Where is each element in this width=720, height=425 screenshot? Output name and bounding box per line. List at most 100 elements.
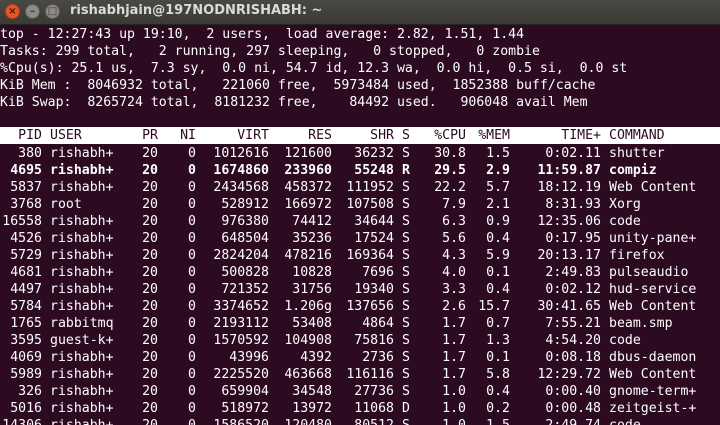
process-ni: 0 (188, 401, 196, 416)
process-ni: 0 (188, 316, 196, 331)
process-pr: 20 (142, 248, 158, 263)
process-row: 5729 rishabh+ 20 0 2824204 478216 169364 S 4.3 5.… (0, 247, 720, 264)
process-row: 5016 rishabh+ 20 0 518972 13972 11068 D 1.0 0.2 0:… (0, 400, 720, 417)
summary-swap-line: KiB Swap: 8265724 total, 8181232 free, 8… (0, 95, 588, 110)
process-res: 74412 (292, 214, 332, 229)
process-state: S (402, 350, 410, 365)
process-state: S (402, 417, 414, 425)
process-time: 7:55.21 (545, 316, 601, 331)
process-time: 20:13.17 (537, 248, 601, 263)
process-user: rishabh+ (50, 231, 114, 246)
process-time: 0:02.12 (545, 282, 601, 297)
process-pr: 20 (142, 163, 158, 178)
process-shr: 19340 (354, 282, 394, 297)
process-time: 12:29.72 (537, 367, 601, 382)
process-row: 14306 rishabh+20 0 1586520 120480 80512 S 1.0 1.… (0, 417, 720, 425)
process-pid: 14306 (0, 417, 42, 425)
process-ni: 0 (188, 384, 196, 399)
process-cpu: 2.6 (442, 299, 466, 314)
process-row: 5837 rishabh+ 20 0 2434568 458372 111952 S 22.2 5… (0, 179, 720, 196)
process-mem: 2.9 (486, 163, 510, 178)
process-time: 0:02.11 (545, 146, 601, 161)
process-row: 326 rishabh+ 20 0 659904 34548 27736 S 1.0 0.4 0:0… (0, 383, 720, 400)
process-res: 104908 (284, 333, 332, 348)
process-user: rishabh+ (50, 180, 114, 195)
process-command: compiz (609, 163, 657, 178)
process-shr: 17524 (354, 231, 394, 246)
process-ni: 0 (188, 163, 196, 178)
process-pid: 326 (18, 384, 42, 399)
terminal-area[interactable]: top - 12:27:43 up 19:10, 2 users, load a… (0, 25, 720, 425)
close-window-button[interactable]: × (5, 4, 20, 19)
process-state: S (402, 265, 410, 280)
process-res: 121600 (284, 146, 332, 161)
process-shr: 80512 (336, 417, 394, 425)
process-time: 0:17.95 (545, 231, 601, 246)
process-row: 4497 rishabh+ 20 0 721352 31756 19340 S 3.3 0.4 0:… (0, 281, 720, 298)
process-ni: 0 (188, 299, 196, 314)
process-command: Web Content (609, 367, 697, 382)
process-shr: 111952 (346, 180, 394, 195)
process-mem: 0.1 (486, 350, 510, 365)
process-pid: 4069 (10, 350, 42, 365)
process-command: beam.smp (609, 316, 673, 331)
process-command: gnome-term+ (609, 384, 697, 399)
process-virt: 659904 (221, 384, 269, 399)
process-pid: 380 (18, 146, 42, 161)
process-cpu: 1.7 (442, 350, 466, 365)
process-ni: 0 (168, 417, 196, 425)
process-shr: 36232 (354, 146, 394, 161)
process-virt: 1012616 (213, 146, 269, 161)
process-command: dbus-daemon (609, 350, 697, 365)
process-res: 13972 (292, 401, 332, 416)
process-shr: 137656 (346, 299, 394, 314)
process-time: 4:54.20 (545, 333, 601, 348)
process-mem: 0.9 (486, 214, 510, 229)
process-mem: 0.4 (486, 384, 510, 399)
process-mem: 0.4 (486, 231, 510, 246)
column-header-ni: NI (180, 128, 196, 143)
process-user: rabbitmq (50, 316, 114, 331)
process-user: rishabh+ (50, 350, 114, 365)
process-row: 4681 rishabh+ 20 0 500828 10828 7696 S 4.0 0.1 2:4… (0, 264, 720, 281)
process-cpu: 22.2 (434, 180, 466, 195)
process-state: S (402, 384, 410, 399)
process-ni: 0 (188, 197, 196, 212)
process-shr: 169364 (346, 248, 394, 263)
maximize-window-button[interactable]: □ (45, 4, 60, 19)
process-cpu: 30.8 (434, 146, 466, 161)
process-pr: 20 (142, 282, 158, 297)
process-state: S (402, 146, 410, 161)
process-res: 458372 (284, 180, 332, 195)
process-pr: 20 (142, 401, 158, 416)
process-ni: 0 (188, 180, 196, 195)
process-user: guest-k+ (50, 333, 114, 348)
process-pr: 20 (142, 350, 158, 365)
process-pid: 3595 (10, 333, 42, 348)
process-res: 34548 (292, 384, 332, 399)
process-state: R (402, 163, 410, 178)
process-row: 4695 rishabh+ 20 0 1674860 233960 55248 R 29.5 2.… (0, 162, 720, 179)
process-command: unity-pane+ (609, 231, 697, 246)
process-time: 18:12.19 (537, 180, 601, 195)
process-mem: 5.7 (486, 180, 510, 195)
process-mem: 1.3 (486, 333, 510, 348)
process-mem: 15.7 (478, 299, 510, 314)
process-pid: 5989 (10, 367, 42, 382)
process-ni: 0 (188, 146, 196, 161)
process-time: 12:35.06 (537, 214, 601, 229)
process-res: 463668 (284, 367, 332, 382)
column-header-shr: SHR (370, 128, 394, 143)
minimize-window-button[interactable]: – (25, 4, 40, 19)
process-pr: 20 (142, 384, 158, 399)
process-pr: 20 (142, 180, 158, 195)
process-ni: 0 (188, 350, 196, 365)
summary-cpu-line: %Cpu(s): 25.1 us, 7.3 sy, 0.0 ni, 54.7 i… (0, 61, 628, 76)
process-virt: 500828 (221, 265, 269, 280)
process-state: S (402, 197, 410, 212)
process-mem: 1.5 (486, 146, 510, 161)
summary-uptime-line: top - 12:27:43 up 19:10, 2 users, load a… (0, 27, 525, 42)
process-res: 31756 (292, 282, 332, 297)
process-state: S (402, 248, 410, 263)
column-header-mem: %MEM (478, 128, 510, 143)
